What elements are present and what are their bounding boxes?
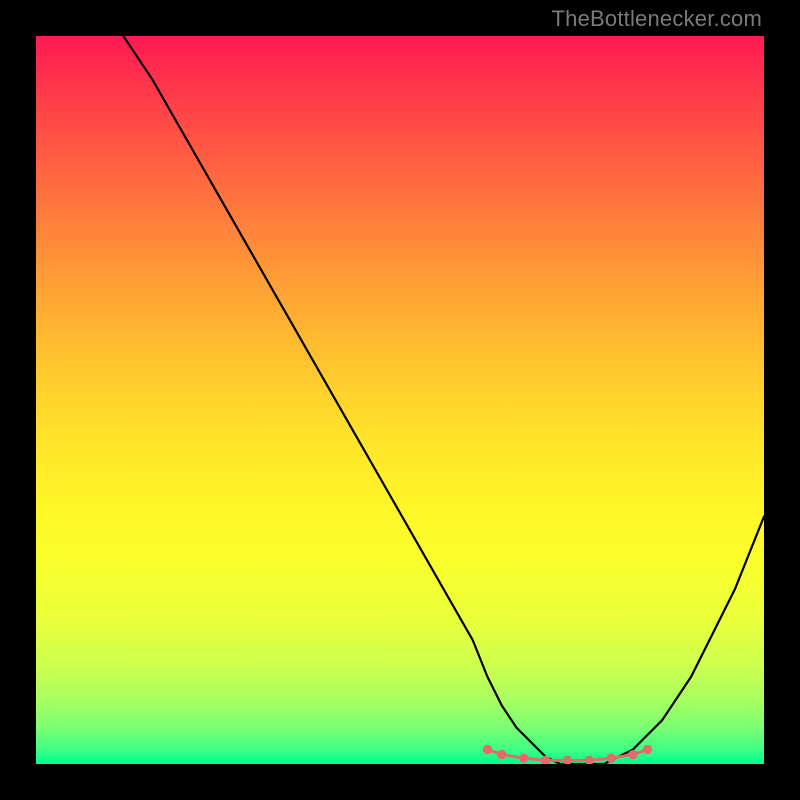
optimal-marker-segment xyxy=(487,749,502,754)
optimal-range-markers xyxy=(483,745,652,764)
optimal-marker-segment xyxy=(524,758,546,760)
watermark-text: TheBottlenecker.com xyxy=(552,6,762,32)
optimal-marker-segment xyxy=(611,755,633,759)
optimal-marker-dot xyxy=(498,750,506,758)
optimal-marker-segment xyxy=(633,749,648,754)
chart-frame: TheBottlenecker.com xyxy=(0,0,800,800)
optimal-marker-dot xyxy=(563,756,571,764)
optimal-marker-dot xyxy=(643,745,651,753)
optimal-marker-dot xyxy=(520,754,528,762)
optimal-marker-dot xyxy=(541,756,549,764)
optimal-marker-dot xyxy=(607,754,615,762)
bottleneck-curve xyxy=(123,36,764,764)
optimal-marker-segment xyxy=(589,758,611,760)
optimal-marker-dot xyxy=(629,750,637,758)
curve-layer xyxy=(36,36,764,764)
optimal-marker-dot xyxy=(483,745,491,753)
optimal-marker-dot xyxy=(585,756,593,764)
optimal-marker-segment xyxy=(502,755,524,759)
gradient-plot-area xyxy=(36,36,764,764)
